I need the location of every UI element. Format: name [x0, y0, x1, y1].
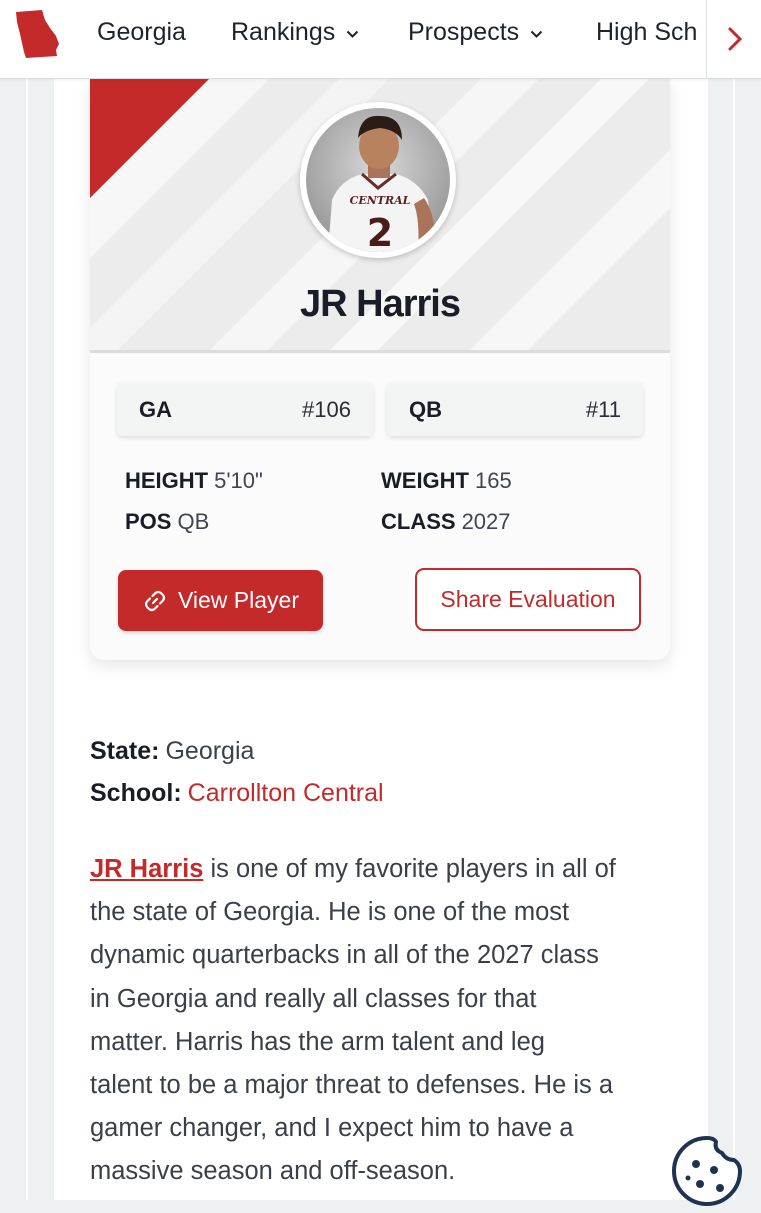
page-gutter-right — [708, 78, 734, 1200]
class-stat: CLASS 2027 — [381, 509, 511, 535]
share-evaluation-label: Share Evaluation — [440, 586, 616, 612]
chevron-down-icon — [530, 26, 543, 43]
link-icon — [144, 590, 166, 611]
nav-georgia[interactable]: Georgia — [97, 18, 186, 47]
page-gutter-left — [28, 78, 54, 1200]
position-rank-value: #11 — [585, 397, 621, 422]
bio-line: gamer changer, and I expect him to have … — [90, 1114, 574, 1143]
weight-label: WEIGHT — [381, 468, 469, 493]
player-avatar: CENTRAL 2 — [300, 102, 456, 258]
position-rank-label: QB — [409, 397, 442, 422]
nav-prospects-label: Prospects — [408, 18, 520, 46]
position-stat: POS QB — [125, 509, 209, 535]
weight-value: 165 — [475, 468, 512, 493]
chevron-right-icon — [728, 27, 742, 51]
nav-georgia-label: Georgia — [97, 18, 186, 46]
top-navigation: Georgia Rankings Prospects High Sch — [0, 0, 761, 79]
height-value: 5'10" — [214, 468, 263, 493]
bio-line: the state of Georgia. He is one of the m… — [90, 898, 570, 927]
bio-line: in Georgia and really all classes for th… — [90, 984, 537, 1013]
bio-line: JR Harris is one of my favorite players … — [90, 848, 680, 891]
chevron-down-icon — [346, 26, 359, 43]
georgia-state-logo-icon[interactable] — [12, 8, 62, 60]
player-name: JR Harris — [300, 283, 461, 325]
jersey-text: CENTRAL — [350, 194, 411, 207]
class-label: CLASS — [381, 509, 456, 534]
pos-value: QB — [177, 509, 210, 534]
state-rank-box[interactable]: GA #106 — [117, 382, 373, 436]
cookie-icon — [672, 1135, 743, 1206]
nav-scroll-right-button[interactable] — [706, 0, 761, 78]
position-rank-box[interactable]: QB #11 — [387, 382, 643, 436]
share-evaluation-button[interactable]: Share Evaluation — [415, 568, 641, 631]
bio-line: massive season and off-season. — [90, 1157, 456, 1186]
school-row: School: Carrollton Central — [90, 779, 384, 808]
school-link[interactable]: Carrollton Central — [188, 779, 384, 807]
pos-label: POS — [125, 509, 172, 534]
bio-line: dynamic quarterbacks in all of the 2027 … — [90, 941, 599, 970]
cookie-settings-button[interactable] — [670, 1134, 744, 1208]
player-name-link[interactable]: JR Harris — [90, 855, 203, 883]
page-edge-right — [733, 78, 735, 1200]
nav-high-school-label: High Sch — [596, 18, 698, 46]
state-rank-value: #106 — [302, 397, 351, 422]
height-stat: HEIGHT 5'10" — [125, 468, 263, 494]
school-label: School: — [90, 779, 182, 807]
bio-line: talent to be a major threat to defenses.… — [90, 1071, 614, 1100]
class-value: 2027 — [461, 509, 511, 534]
state-value: Georgia — [165, 737, 255, 765]
state-label: State: — [90, 737, 160, 765]
player-card: CENTRAL 2 JR Harris GA #106 QB #11 HEIGH… — [90, 78, 670, 660]
view-player-label: View Player — [177, 587, 300, 613]
player-photo: CENTRAL 2 — [306, 108, 450, 252]
bio-paragraph: JR Harris is one of my favorite players … — [90, 848, 680, 1194]
card-divider — [90, 350, 670, 353]
nav-prospects[interactable]: Prospects — [408, 18, 543, 47]
nav-rankings[interactable]: Rankings — [231, 18, 359, 47]
state-rank-label: GA — [139, 397, 172, 422]
weight-stat: WEIGHT 165 — [381, 468, 512, 494]
bio-line: matter. Harris has the arm talent and le… — [90, 1027, 545, 1056]
state-row: State: Georgia — [90, 737, 254, 766]
nav-rankings-label: Rankings — [231, 18, 336, 46]
height-label: HEIGHT — [125, 468, 209, 493]
jersey-number: 2 — [367, 211, 393, 252]
bio-line-1-text: is one of my favorite players in all of — [203, 855, 616, 883]
view-player-button[interactable]: View Player — [118, 570, 323, 631]
nav-high-school[interactable]: High Sch — [596, 18, 706, 47]
